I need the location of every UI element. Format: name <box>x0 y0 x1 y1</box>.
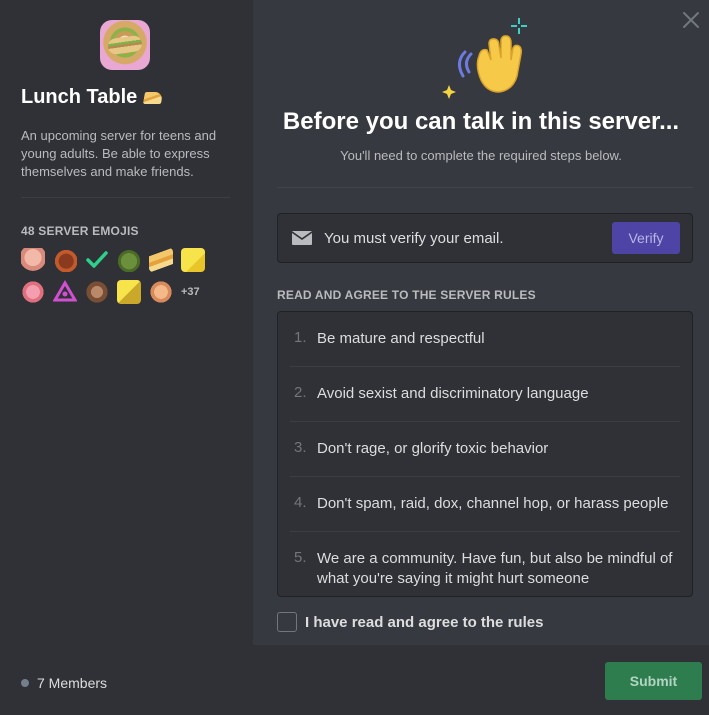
rule-item: 4. Don't spam, raid, dox, channel hop, o… <box>290 477 680 532</box>
server-description: An upcoming server for teens and young a… <box>21 128 217 179</box>
patrick-emoji[interactable] <box>21 280 45 304</box>
rules-header: READ AND AGREE TO THE SERVER RULES <box>277 288 536 302</box>
rule-item: 2. Avoid sexist and discriminatory langu… <box>290 367 680 422</box>
server-name: Lunch Table <box>21 86 138 108</box>
cat-emoji[interactable] <box>53 248 77 272</box>
close-button[interactable] <box>681 10 701 30</box>
rule-text: We are a community. Have fun, but also b… <box>317 550 673 587</box>
chick-emoji[interactable] <box>181 248 205 272</box>
member-status-dot <box>21 679 29 687</box>
sandwich-emoji[interactable] <box>149 248 173 272</box>
mail-icon <box>292 231 312 245</box>
verify-button[interactable]: Verify <box>612 222 680 254</box>
server-name-row: Lunch Table <box>21 86 232 109</box>
waving-hand-icon <box>476 35 522 93</box>
rule-text: Don't rage, or glorify toxic behavior <box>317 440 549 457</box>
emoji-more-count: +37 <box>181 286 200 298</box>
verify-email-text: You must verify your email. <box>324 229 504 247</box>
submit-button[interactable]: Submit <box>605 662 702 700</box>
rule-text: Be mature and respectful <box>317 330 485 347</box>
rule-number: 2. <box>294 384 307 401</box>
emoji-header: 48 SERVER EMOJIS <box>21 224 139 238</box>
members-row: 7 Members <box>21 675 107 691</box>
agree-checkbox[interactable] <box>277 612 297 632</box>
wave-illustration <box>441 18 531 108</box>
sidebar-divider <box>21 197 230 198</box>
verify-email-box: You must verify your email. Verify <box>277 213 693 263</box>
sparkle-yellow-icon <box>442 85 456 99</box>
face-emoji[interactable] <box>149 280 173 304</box>
sparkle-teal-icon <box>511 18 527 34</box>
checkmark-emoji[interactable] <box>85 248 109 272</box>
spongebob-emoji[interactable] <box>117 280 141 304</box>
rule-number: 3. <box>294 439 307 456</box>
sandwich-icon <box>143 90 163 106</box>
main-panel: Before you can talk in this server... Yo… <box>253 0 709 715</box>
agree-label[interactable]: I have read and agree to the rules <box>305 614 543 631</box>
rules-modal: Lunch Table An upcoming server for teens… <box>0 0 709 715</box>
modal-footer: Submit <box>253 645 709 715</box>
ape-emoji[interactable] <box>85 280 109 304</box>
server-icon <box>100 20 150 70</box>
rule-item: 3. Don't rage, or glorify toxic behavior <box>290 422 680 477</box>
member-count: 7 Members <box>37 675 108 691</box>
rules-list: 1. Be mature and respectful 2. Avoid sex… <box>277 311 693 597</box>
triangle-emoji[interactable] <box>52 280 78 304</box>
agree-row: I have read and agree to the rules <box>277 612 543 632</box>
rule-number: 4. <box>294 494 307 511</box>
rule-item: 5. We are a community. Have fun, but als… <box>290 532 680 606</box>
hands-emoji[interactable] <box>21 248 45 272</box>
rule-number: 5. <box>294 549 307 566</box>
close-icon <box>683 12 699 28</box>
rule-text: Don't spam, raid, dox, channel hop, or h… <box>317 495 669 512</box>
emoji-grid: +37 <box>21 248 232 304</box>
server-info-sidebar: Lunch Table An upcoming server for teens… <box>0 0 253 715</box>
page-subtitle: You'll need to complete the required ste… <box>340 148 622 163</box>
rule-item: 1. Be mature and respectful <box>290 312 680 367</box>
main-divider <box>277 187 693 188</box>
rule-number: 1. <box>294 329 307 346</box>
rule-text: Avoid sexist and discriminatory language <box>317 385 589 402</box>
page-title: Before you can talk in this server... <box>282 108 680 135</box>
frog-emoji[interactable] <box>117 248 141 272</box>
